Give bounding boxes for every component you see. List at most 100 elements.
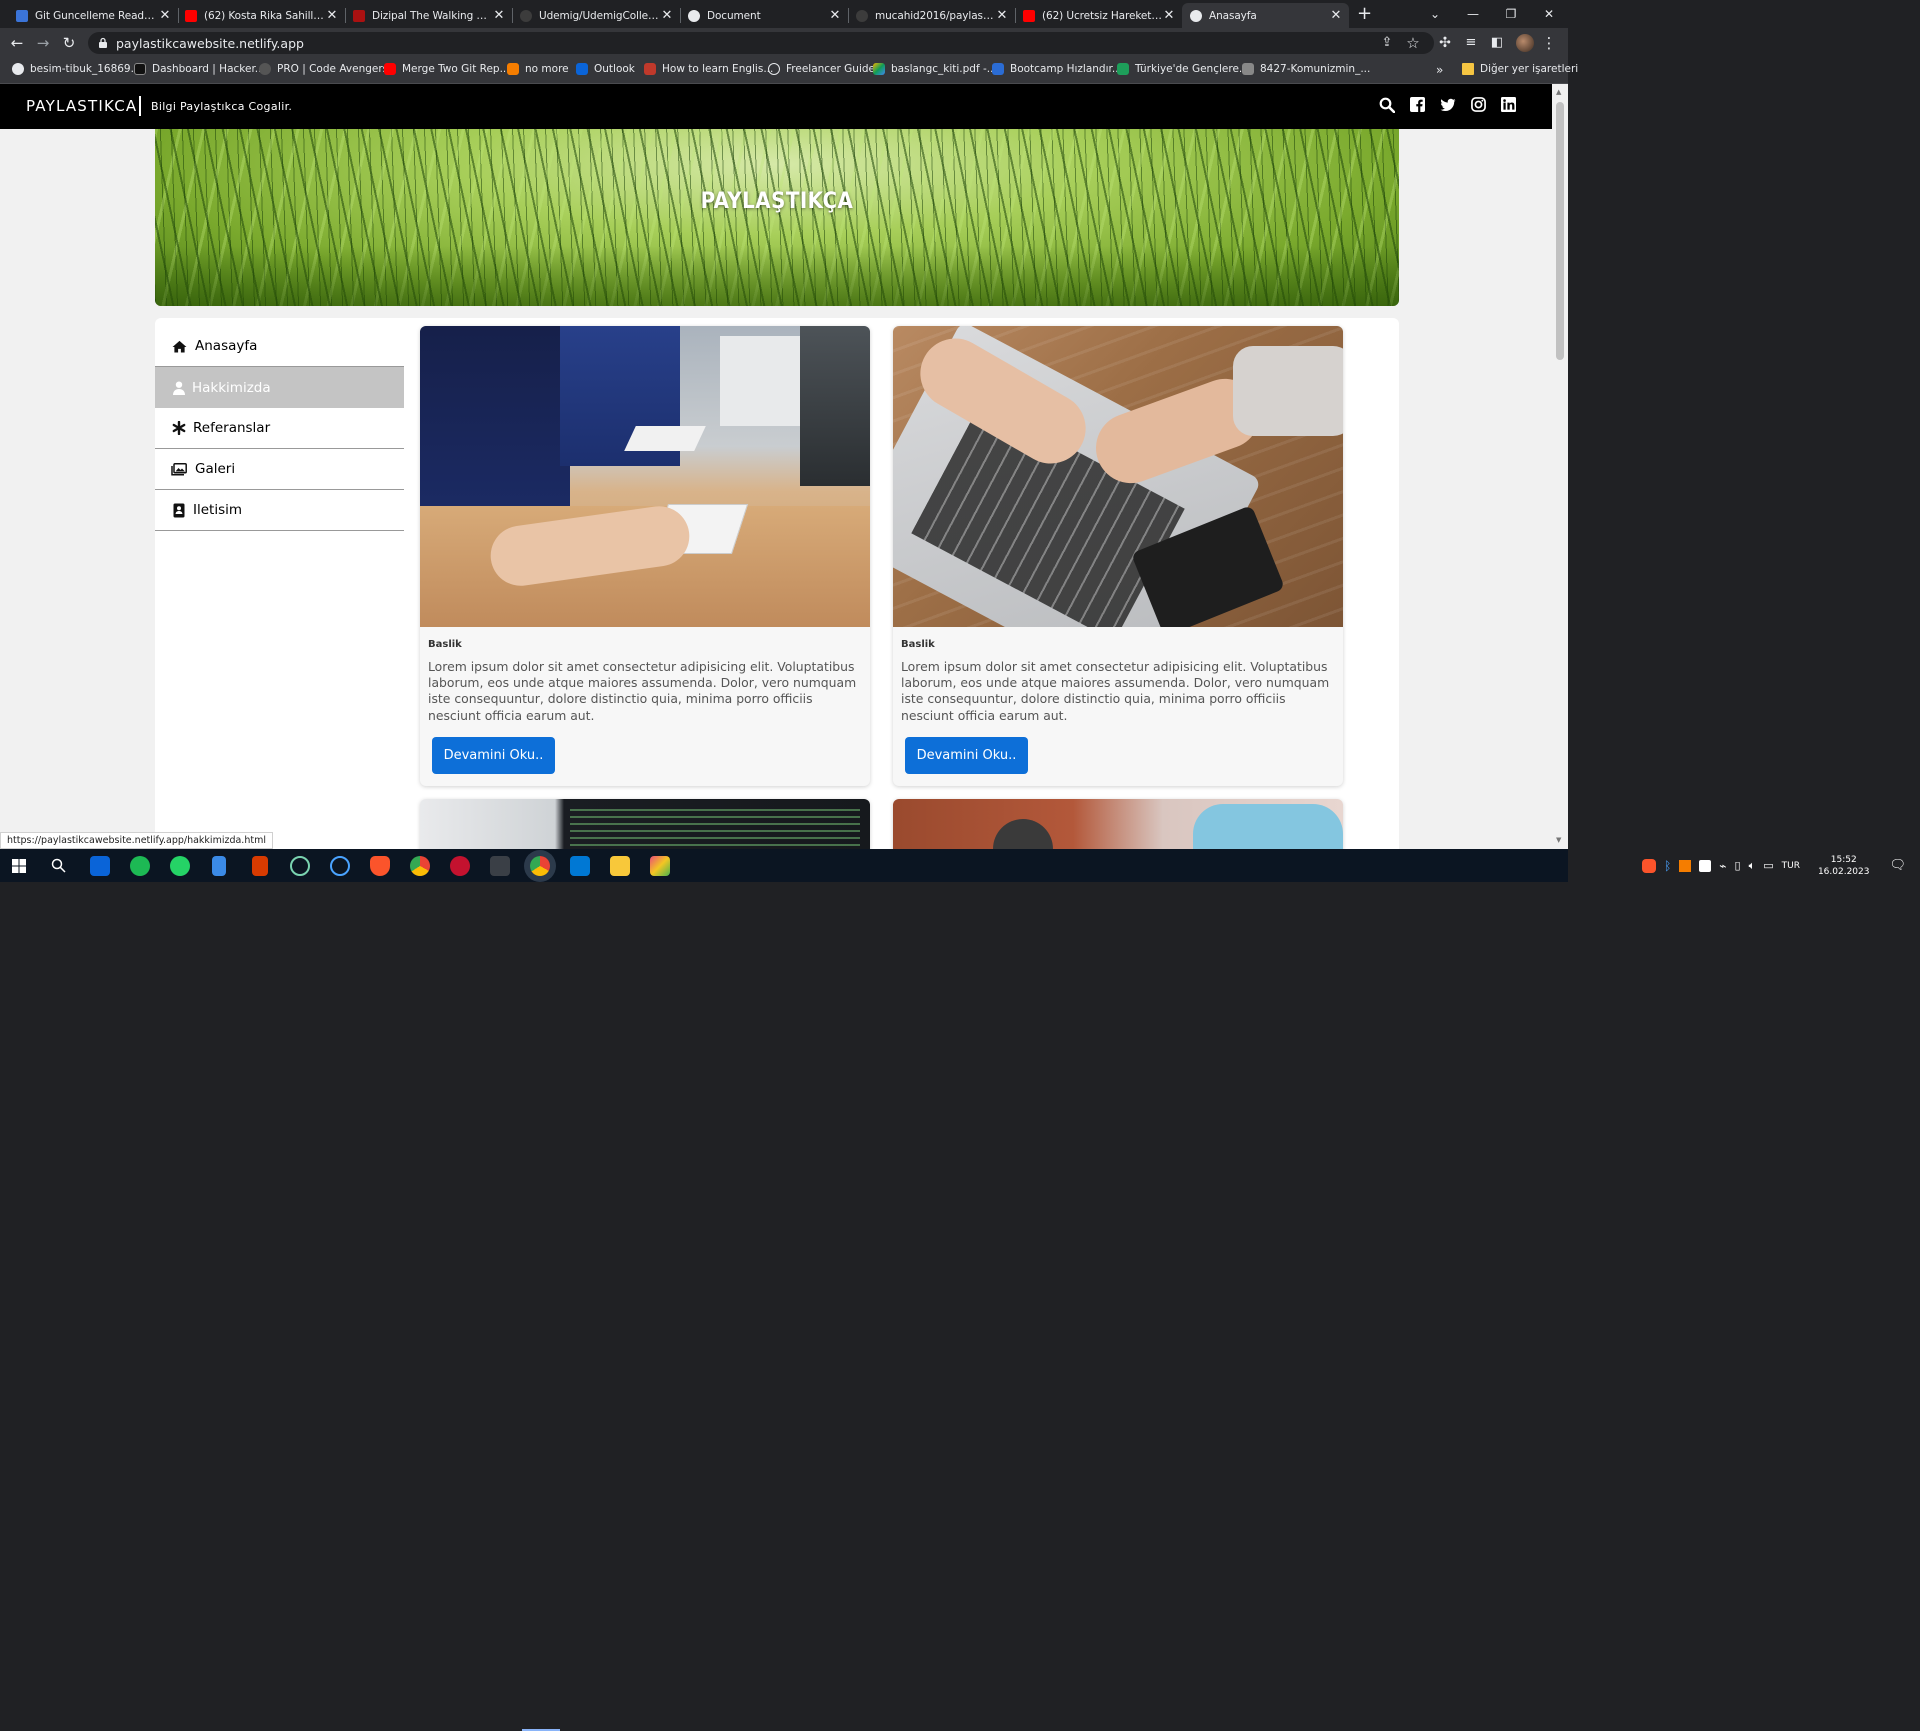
bookmark-item[interactable]: Dashboard | Hacker... (134, 63, 265, 75)
extensions-icon[interactable]: ✣ (1436, 34, 1454, 52)
browser-tab[interactable]: Document ✕ (680, 3, 848, 28)
upwork-app-icon[interactable] (290, 856, 310, 876)
home-icon (171, 338, 187, 354)
volume-icon[interactable]: 🔈︎ (1749, 859, 1756, 873)
bookmark-item[interactable]: no more (507, 63, 569, 75)
sidebar-item-anasayfa[interactable]: Anasayfa (155, 326, 404, 367)
menu-kebab-icon[interactable]: ⋮ (1540, 34, 1558, 52)
scroll-down-icon[interactable]: ▼ (1556, 836, 1561, 844)
bookmark-item[interactable]: Outlook (576, 63, 635, 75)
bookmark-item[interactable]: besim-tibuk_16869... (12, 63, 141, 75)
taskview-app-icon[interactable] (490, 856, 510, 876)
new-tab-button[interactable]: + (1357, 3, 1372, 24)
windows-start-icon[interactable] (12, 859, 26, 873)
card-text: Lorem ipsum dolor sit amet consectetur a… (428, 659, 857, 723)
reading-list-icon[interactable]: ≡ (1462, 34, 1480, 52)
browser-tab[interactable]: Dizipal The Walking Dead ✕ (345, 3, 512, 28)
instagram-icon[interactable] (1471, 97, 1486, 112)
forward-icon[interactable]: → (34, 34, 52, 52)
page-scrollbar[interactable]: ▲ ▼ (1552, 84, 1568, 849)
bookmark-item[interactable]: PRO | Code Avengers (259, 63, 388, 75)
browser-tab[interactable]: mucahid2016/paylastikca ✕ (848, 3, 1015, 28)
office-app-icon[interactable] (252, 856, 268, 876)
profile-avatar[interactable] (1516, 34, 1534, 52)
bookmark-item[interactable]: 8427-Komunizmin_... (1242, 63, 1370, 75)
notifications-icon[interactable]: 🗨︎ (1889, 858, 1906, 873)
more-bookmarks-button[interactable]: » (1436, 63, 1443, 77)
office-photo (420, 326, 870, 627)
bookmark-item[interactable]: Merge Two Git Rep... (384, 63, 510, 75)
tab-search-icon[interactable]: ⌄ (1416, 7, 1454, 21)
bookmark-item[interactable]: baslangc_kiti.pdf -... (873, 63, 997, 75)
close-tab-icon[interactable]: ✕ (1329, 8, 1343, 23)
opera-app-icon[interactable] (450, 856, 470, 876)
site-brand[interactable]: PAYLASTIKCA (26, 97, 137, 115)
scrollbar-thumb[interactable] (1556, 102, 1564, 360)
sidebar-item-referanslar[interactable]: Referanslar (155, 408, 404, 449)
document-app-icon[interactable] (212, 856, 226, 876)
display-icon[interactable]: ▭ (1763, 859, 1773, 872)
close-tab-icon[interactable]: ✕ (995, 8, 1009, 23)
close-tab-icon[interactable]: ✕ (158, 8, 172, 23)
browser-tab[interactable]: (62) Ücretsiz Hareketli Ma ✕ (1015, 3, 1182, 28)
read-more-button[interactable]: Devamini Oku.. (905, 737, 1028, 774)
bookmark-label: Outlook (594, 63, 635, 75)
whatsapp-app-icon[interactable] (170, 856, 190, 876)
other-bookmarks-folder[interactable]: Diğer yer işaretleri (1462, 63, 1578, 75)
brave-app-icon[interactable] (370, 856, 390, 876)
minimize-button[interactable]: — (1454, 7, 1492, 21)
search-icon[interactable] (1379, 97, 1395, 113)
twitter-icon[interactable] (1440, 97, 1456, 113)
close-tab-icon[interactable]: ✕ (828, 8, 842, 23)
battery-icon[interactable]: ▯ (1735, 859, 1741, 872)
clock-date: 16.02.2023 (1817, 866, 1870, 877)
close-tab-icon[interactable]: ✕ (492, 8, 506, 23)
search-icon[interactable] (51, 858, 66, 873)
restore-button[interactable]: ❐ (1492, 7, 1530, 21)
github-icon (12, 63, 24, 75)
tray-app-icon[interactable] (1699, 859, 1712, 872)
youtube-icon (185, 9, 197, 22)
side-panel-icon[interactable]: ◧ (1488, 34, 1506, 52)
sidebar-item-hakkimizda[interactable]: Hakkimizda (155, 367, 404, 408)
reload-icon[interactable]: ↻ (60, 34, 78, 52)
bookmark-item[interactable]: Bootcamp Hızlandır... (992, 63, 1122, 75)
browser-tab-active[interactable]: Anasayfa ✕ (1182, 3, 1349, 28)
bookmark-star-icon[interactable]: ☆ (1404, 34, 1422, 52)
facebook-icon[interactable] (1410, 97, 1425, 112)
browser-tab[interactable]: (62) Kosta Rika Sahilleri Bi ✕ (177, 3, 345, 28)
sidebar-item-galeri[interactable]: Galeri (155, 449, 404, 490)
sidebar-item-iletisim[interactable]: Iletisim (155, 490, 404, 531)
bookmark-item[interactable]: Türkiye'de Gençlere... (1117, 63, 1249, 75)
outlook-app-icon[interactable] (90, 856, 110, 876)
bluetooth-icon[interactable]: ᛒ (1664, 859, 1671, 873)
sourcetree-app-icon[interactable] (650, 856, 670, 876)
close-window-button[interactable]: ✕ (1530, 7, 1568, 21)
close-tab-icon[interactable]: ✕ (325, 8, 339, 23)
ccleaner-app-icon[interactable] (330, 856, 350, 876)
chrome-active-app-icon[interactable] (530, 856, 550, 876)
file-explorer-app-icon[interactable] (610, 856, 630, 876)
tab-title: Udemig/UdemigColleage (539, 9, 660, 22)
share-icon[interactable]: ⇪ (1378, 34, 1396, 52)
spotify-app-icon[interactable] (130, 856, 150, 876)
linkedin-icon[interactable] (1501, 97, 1516, 112)
scroll-up-icon[interactable]: ▲ (1556, 88, 1561, 96)
chrome-app-icon[interactable] (410, 856, 430, 876)
clock[interactable]: 15:52 16.02.2023 (1818, 854, 1870, 878)
close-tab-icon[interactable]: ✕ (660, 8, 674, 23)
browser-tab[interactable]: Git Guncelleme Readme ve ✕ (8, 3, 178, 28)
back-icon[interactable]: ← (8, 34, 26, 52)
vscode-app-icon[interactable] (570, 856, 590, 876)
brave-tray-icon[interactable] (1642, 858, 1657, 873)
tray-app-icon[interactable] (1679, 859, 1692, 872)
bookmark-item[interactable]: How to learn Englis... (644, 63, 773, 75)
input-language[interactable]: TUR (1782, 861, 1800, 871)
read-more-button[interactable]: Devamini Oku.. (432, 737, 555, 774)
close-tab-icon[interactable]: ✕ (1162, 8, 1176, 23)
network-icon[interactable]: ⌁ (1719, 859, 1726, 873)
bookmark-item[interactable]: Freelancer Guide (768, 63, 875, 75)
bookmark-label: besim-tibuk_16869... (30, 63, 141, 75)
url-text[interactable]: paylastikcawebsite.netlify.app (116, 36, 304, 51)
browser-tab[interactable]: Udemig/UdemigColleage ✕ (512, 3, 680, 28)
